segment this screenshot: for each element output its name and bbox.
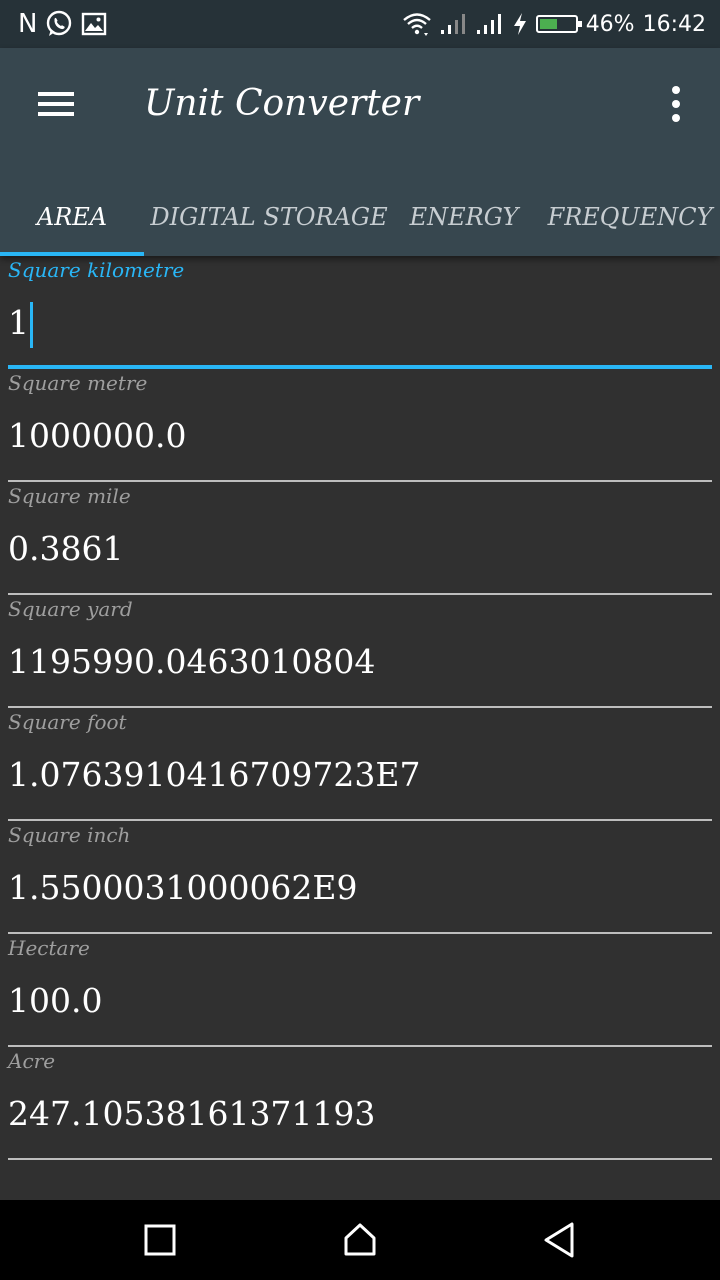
app-title: Unit Converter [144, 83, 420, 124]
field-input[interactable]: 1000000.0 [8, 414, 186, 458]
battery-tip [577, 21, 582, 27]
field-square-kilometre[interactable]: Square kilometre 1 [0, 256, 720, 369]
field-input[interactable]: 1.0763910416709723E7 [8, 753, 421, 797]
field-input[interactable]: 1.5500031000062E9 [8, 866, 358, 910]
tab-digital-storage[interactable]: DIGITAL STORAGE [150, 178, 387, 256]
app-bar: Unit Converter AREA DIGITAL STORAGE ENER… [0, 48, 720, 256]
field-underline [8, 1158, 712, 1160]
field-label: Square foot [8, 710, 127, 734]
field-label: Square metre [8, 371, 148, 395]
navigation-bar [0, 1200, 720, 1280]
tab-strip: AREA DIGITAL STORAGE ENERGY FREQUENCY [0, 178, 720, 256]
status-bar: N 46% 16:42 [0, 0, 720, 48]
field-label: Hectare [8, 936, 90, 960]
signal-icon [440, 14, 465, 34]
conversion-list: Square kilometre 1 Square metre 1000000.… [0, 256, 720, 1160]
field-square-metre[interactable]: Square metre 1000000.0 [0, 369, 720, 482]
signal-icon [476, 14, 501, 34]
clock: 16:42 [642, 11, 706, 37]
field-square-mile[interactable]: Square mile 0.3861 [0, 482, 720, 595]
text-cursor [30, 302, 33, 348]
field-input[interactable]: 1 [8, 301, 33, 348]
field-label: Square kilometre [8, 258, 185, 282]
more-vert-icon [672, 86, 680, 122]
field-label: Acre [8, 1049, 56, 1073]
field-square-yard[interactable]: Square yard 1195990.0463010804 [0, 595, 720, 708]
field-label: Square inch [8, 823, 131, 847]
system-icons: 46% 16:42 [402, 8, 706, 40]
field-hectare[interactable]: Hectare 100.0 [0, 934, 720, 1047]
image-icon [82, 12, 107, 36]
whatsapp-icon [47, 10, 72, 36]
overflow-menu-button[interactable] [656, 82, 696, 126]
field-square-inch[interactable]: Square inch 1.5500031000062E9 [0, 821, 720, 934]
recents-button[interactable] [136, 1216, 184, 1264]
wifi-icon [402, 13, 431, 36]
field-input[interactable]: 0.3861 [8, 527, 123, 571]
tab-energy[interactable]: ENERGY [400, 178, 528, 256]
field-input-text: 1 [8, 303, 29, 342]
recents-square-icon [144, 1224, 176, 1256]
hamburger-menu-icon [38, 92, 74, 116]
tab-frequency[interactable]: FREQUENCY [548, 178, 713, 256]
battery-percent: 46% [585, 11, 635, 37]
home-button[interactable] [336, 1216, 384, 1264]
field-input[interactable]: 1195990.0463010804 [8, 640, 375, 684]
field-square-foot[interactable]: Square foot 1.0763910416709723E7 [0, 708, 720, 821]
battery-level-fill [539, 19, 558, 29]
tab-area[interactable]: AREA [0, 178, 144, 256]
field-acre[interactable]: Acre 247.10538161371193 [0, 1047, 720, 1160]
battery-icon [535, 15, 582, 33]
notification-letter: N [18, 9, 38, 39]
notification-icons: N [18, 8, 107, 40]
field-label: Square mile [8, 484, 131, 508]
back-triangle-icon [544, 1222, 574, 1258]
home-icon [344, 1223, 376, 1256]
menu-button[interactable] [30, 82, 82, 124]
field-input[interactable]: 100.0 [8, 979, 102, 1023]
field-input[interactable]: 247.10538161371193 [8, 1092, 375, 1136]
field-label: Square yard [8, 597, 133, 621]
charging-icon [513, 13, 526, 35]
back-button[interactable] [536, 1216, 584, 1264]
